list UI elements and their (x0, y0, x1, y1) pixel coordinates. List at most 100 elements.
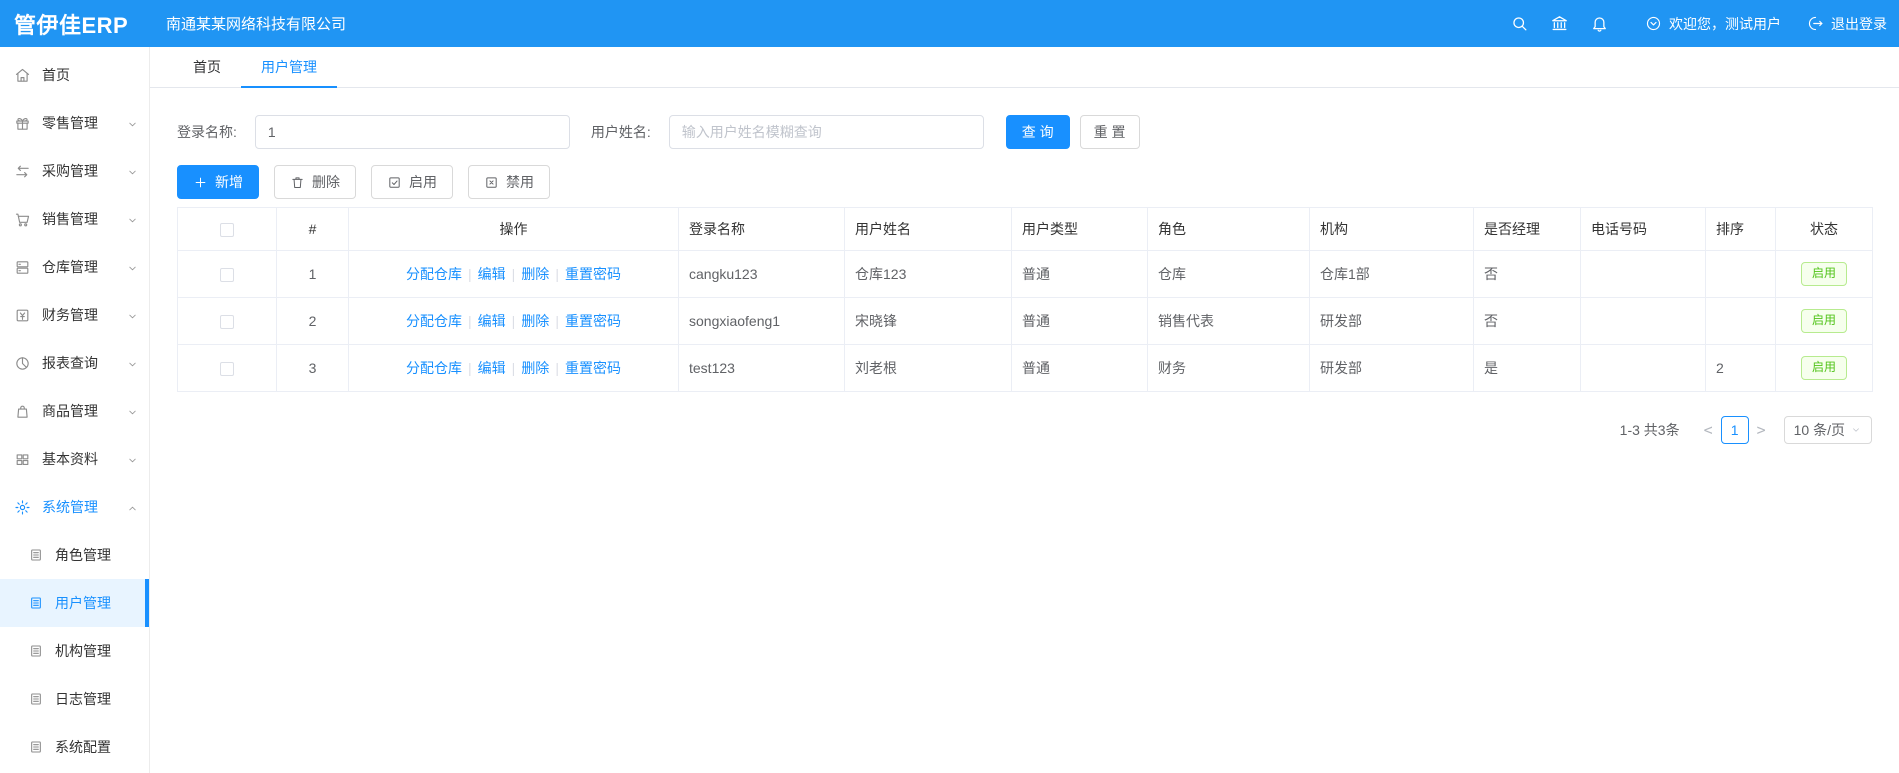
gear-icon (14, 499, 31, 516)
sidebar-item-sales[interactable]: 销售管理 (0, 195, 149, 243)
cell-org: 研发部 (1309, 344, 1474, 392)
reset-password-link[interactable]: 重置密码 (565, 360, 621, 376)
cell-role: 销售代表 (1147, 297, 1310, 345)
assign-warehouse-link[interactable]: 分配仓库 (406, 313, 462, 329)
prev-page-button[interactable]: < (1696, 421, 1721, 439)
cell-actions: 分配仓库 | 编辑 | 删除 | 重置密码 (348, 297, 679, 345)
add-button[interactable]: 新增 (177, 165, 259, 199)
cell-type: 普通 (1011, 344, 1148, 392)
col-user-name: 用户姓名 (844, 207, 1012, 251)
x-square-icon (484, 175, 499, 190)
col-org: 机构 (1309, 207, 1474, 251)
row-checkbox[interactable] (220, 268, 234, 283)
sidebar-item-label: 销售管理 (42, 211, 98, 227)
current-page-button[interactable]: 1 (1720, 416, 1749, 444)
row-checkbox[interactable] (220, 362, 234, 377)
sidebar-item-role-mgmt[interactable]: 角色管理 (0, 531, 149, 579)
sidebar-item-warehouse[interactable]: 仓库管理 (0, 243, 149, 291)
delete-link[interactable]: 删除 (521, 266, 549, 282)
table-row: 3 分配仓库 | 编辑 | 删除 | 重置密码 test123 刘老根 普通 财务 研发部 … (177, 344, 1873, 392)
logout-label: 退出登录 (1831, 15, 1887, 32)
pie-chart-icon (14, 355, 31, 372)
sidebar-item-basic-data[interactable]: 基本资料 (0, 435, 149, 483)
cell-name: 宋晓锋 (844, 297, 1012, 345)
row-checkbox[interactable] (220, 315, 234, 330)
app-logo: 管伊佳ERP (14, 12, 129, 38)
cell-login: test123 (678, 344, 845, 392)
document-icon (28, 643, 44, 659)
sidebar-item-label: 系统管理 (42, 499, 98, 515)
query-button[interactable]: 查 询 (1005, 115, 1070, 149)
assign-warehouse-link[interactable]: 分配仓库 (406, 360, 462, 376)
cell-role: 财务 (1147, 344, 1310, 392)
cell-manager: 否 (1473, 297, 1581, 345)
sidebar-item-reports[interactable]: 报表查询 (0, 339, 149, 387)
enable-button[interactable]: 启用 (371, 165, 453, 199)
edit-link[interactable]: 编辑 (478, 266, 506, 282)
col-is-manager: 是否经理 (1473, 207, 1581, 251)
link-separator: | (468, 360, 472, 376)
login-name-label: 登录名称: (177, 124, 237, 140)
sidebar-item-system[interactable]: 系统管理 (0, 483, 149, 531)
tab-home[interactable]: 首页 (173, 47, 241, 87)
reset-button[interactable]: 重 置 (1079, 115, 1140, 149)
bank-icon[interactable] (1539, 14, 1579, 33)
reset-password-link[interactable]: 重置密码 (565, 313, 621, 329)
link-separator: | (468, 266, 472, 282)
disable-button[interactable]: 禁用 (468, 165, 550, 199)
user-menu[interactable]: 欢迎您，测试用户 (1645, 14, 1781, 34)
user-circle-icon (1645, 15, 1662, 32)
table-toolbar: 新增 删除 启用 禁用 (177, 165, 1872, 199)
page-size-select[interactable]: 10 条/页 (1783, 416, 1872, 444)
sidebar-item-log-mgmt[interactable]: 日志管理 (0, 675, 149, 723)
sidebar-item-purchase[interactable]: 采购管理 (0, 147, 149, 195)
user-name-input[interactable] (668, 115, 984, 149)
sidebar-item-finance[interactable]: 财务管理 (0, 291, 149, 339)
cell-type: 普通 (1011, 297, 1148, 345)
cell-actions: 分配仓库 | 编辑 | 删除 | 重置密码 (348, 344, 679, 392)
cell-org: 仓库1部 (1309, 250, 1474, 298)
gift-icon (14, 115, 31, 132)
grid-icon (14, 451, 31, 468)
pagination: 1-3 共3条 < 1 > 10 条/页 (177, 416, 1872, 444)
delete-link[interactable]: 删除 (521, 313, 549, 329)
cell-org: 研发部 (1309, 297, 1474, 345)
delete-link[interactable]: 删除 (521, 360, 549, 376)
edit-link[interactable]: 编辑 (478, 360, 506, 376)
bag-icon (14, 403, 31, 420)
col-login-name: 登录名称 (678, 207, 845, 251)
sidebar-item-org-mgmt[interactable]: 机构管理 (0, 627, 149, 675)
finance-icon (14, 307, 31, 324)
sidebar-item-label: 零售管理 (42, 115, 98, 131)
tab-bar: 首页 用户管理 (150, 47, 1899, 88)
sidebar-item-system-config[interactable]: 系统配置 (0, 723, 149, 771)
link-separator: | (468, 313, 472, 329)
sidebar-item-home[interactable]: 首页 (0, 51, 149, 99)
sidebar-item-label: 基本资料 (42, 451, 98, 467)
col-actions: 操作 (348, 207, 679, 251)
select-all-checkbox[interactable] (220, 223, 234, 238)
logout-button[interactable]: 退出登录 (1807, 14, 1887, 34)
assign-warehouse-link[interactable]: 分配仓库 (406, 266, 462, 282)
sidebar-item-retail[interactable]: 零售管理 (0, 99, 149, 147)
login-name-input[interactable] (254, 115, 570, 149)
document-icon (28, 691, 44, 707)
edit-link[interactable]: 编辑 (478, 313, 506, 329)
delete-button[interactable]: 删除 (274, 165, 356, 199)
home-icon (14, 67, 31, 84)
check-square-icon (387, 175, 402, 190)
next-page-button[interactable]: > (1749, 421, 1774, 439)
sidebar-item-products[interactable]: 商品管理 (0, 387, 149, 435)
link-separator: | (555, 266, 559, 282)
chevron-down-icon (126, 211, 139, 227)
tab-user-mgmt[interactable]: 用户管理 (241, 47, 337, 88)
app-header: 管伊佳ERP 南通某某网络科技有限公司 欢迎您，测试用户 退出登录 (0, 0, 1899, 47)
chevron-down-icon (1850, 424, 1862, 436)
cell-sort (1705, 297, 1776, 345)
status-badge: 启用 (1800, 309, 1847, 333)
bell-icon[interactable] (1579, 14, 1619, 33)
chevron-down-icon (126, 115, 139, 131)
reset-password-link[interactable]: 重置密码 (565, 266, 621, 282)
sidebar-item-user-mgmt[interactable]: 用户管理 (0, 579, 149, 627)
search-icon[interactable] (1499, 14, 1539, 33)
